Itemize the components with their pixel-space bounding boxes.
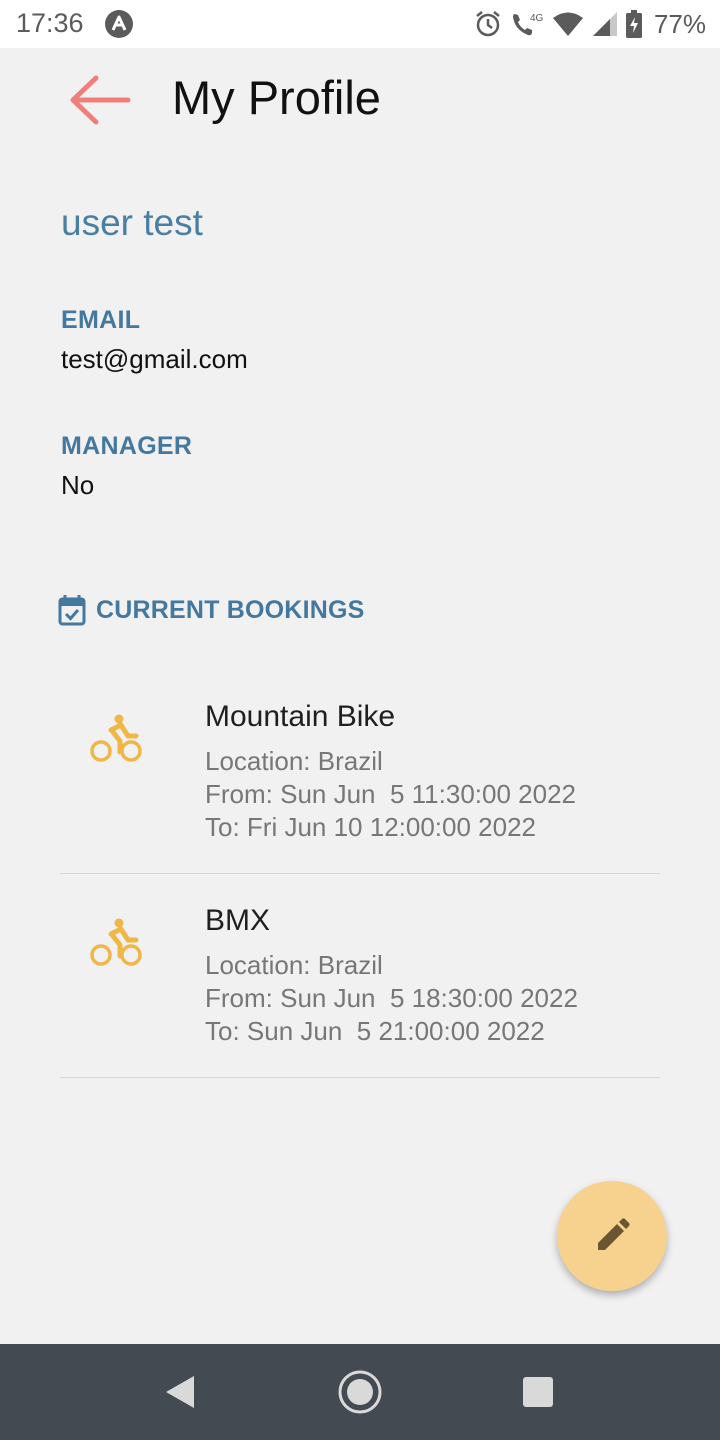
- booking-location: Location: Brazil: [205, 746, 383, 776]
- status-time: 17:36: [16, 8, 84, 38]
- nav-home-button[interactable]: [336, 1368, 384, 1416]
- email-value: test@gmail.com: [61, 344, 248, 374]
- bookings-section-label: CURRENT BOOKINGS: [96, 595, 365, 624]
- battery-percent: 77%: [653, 8, 706, 39]
- bookings-header: CURRENT BOOKINGS: [58, 594, 364, 626]
- nav-back-icon: [166, 1376, 194, 1408]
- app-notification-icon: [105, 10, 133, 38]
- nav-back-button[interactable]: [156, 1368, 204, 1416]
- user-name: user test: [61, 202, 203, 243]
- booking-item[interactable]: Mountain Bike Location: Brazil From: Sun…: [60, 670, 660, 874]
- booking-to: To: Fri Jun 10 12:00:00 2022: [205, 812, 537, 842]
- bike-icon: [90, 714, 142, 762]
- system-nav-bar: [0, 1344, 720, 1440]
- calendar-check-icon: [58, 595, 86, 626]
- booking-from: From: Sun Jun 5 18:30:00 2022: [205, 983, 578, 1013]
- app-bar: My Profile: [0, 48, 720, 152]
- bike-icon: [90, 918, 142, 966]
- booking-from: From: Sun Jun 5 11:30:00 2022: [205, 779, 576, 809]
- booking-item[interactable]: BMX Location: Brazil From: Sun Jun 5 18:…: [60, 874, 660, 1078]
- battery-icon: [625, 10, 642, 38]
- network-type: 4G: [530, 13, 544, 24]
- edit-profile-button[interactable]: [557, 1181, 667, 1291]
- nav-recents-button[interactable]: [514, 1368, 562, 1416]
- back-button[interactable]: [60, 68, 140, 132]
- status-icons: 4G 77%: [474, 9, 706, 39]
- pencil-icon: [598, 1218, 630, 1250]
- manager-value: No: [61, 470, 95, 500]
- wifi-icon: [552, 12, 583, 36]
- signal-icon: [592, 12, 617, 36]
- booking-name: BMX: [205, 904, 271, 937]
- arrow-back-icon: [70, 75, 131, 125]
- call-icon: 4G: [512, 13, 544, 36]
- booking-location: Location: Brazil: [205, 950, 383, 980]
- booking-to: To: Sun Jun 5 21:00:00 2022: [205, 1016, 545, 1046]
- manager-label: MANAGER: [61, 432, 193, 460]
- nav-recents-icon: [523, 1377, 553, 1407]
- status-bar: 17:36 4G 77%: [0, 0, 720, 48]
- page-title: My Profile: [172, 71, 381, 124]
- alarm-icon: [476, 11, 500, 37]
- email-label: EMAIL: [61, 306, 141, 334]
- booking-name: Mountain Bike: [205, 700, 396, 733]
- nav-home-icon: [338, 1370, 382, 1414]
